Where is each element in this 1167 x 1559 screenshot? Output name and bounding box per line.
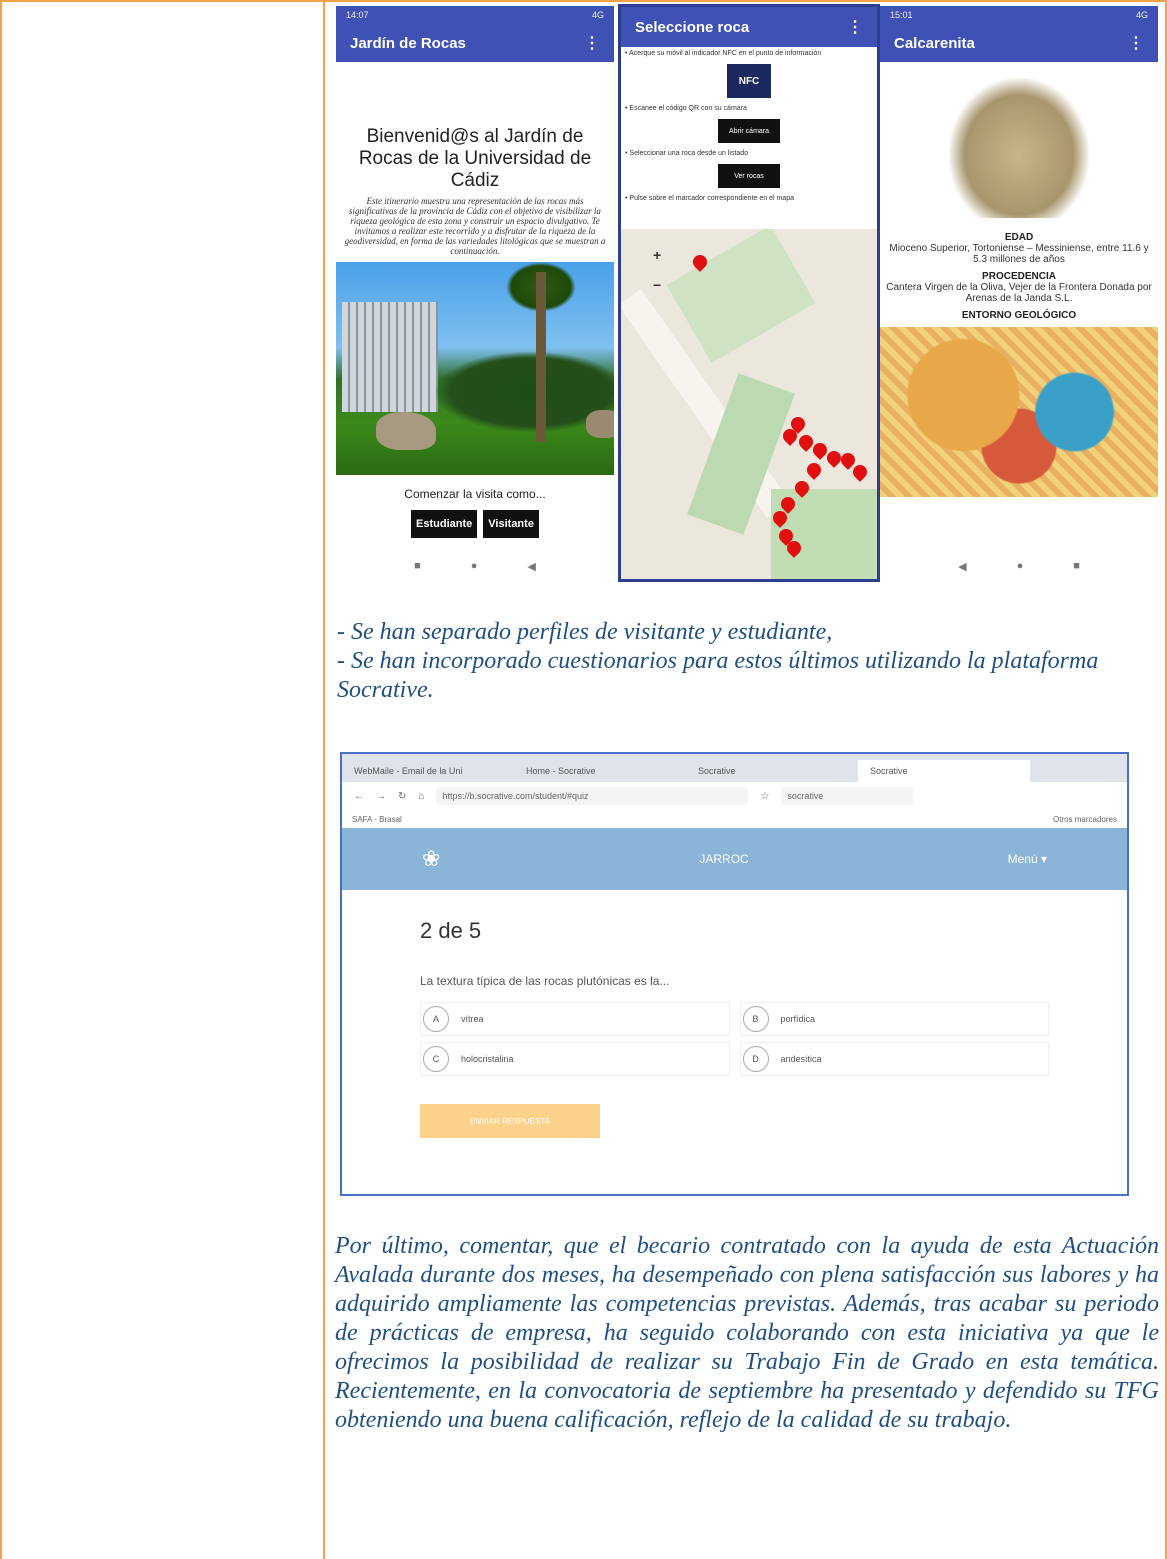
bullet-item: - Se han separado perfiles de visitante … (337, 619, 833, 645)
table-border-left (0, 0, 2, 1559)
home-icon[interactable]: ⌂ (418, 791, 424, 802)
menu-button[interactable]: Menú ▾ (1008, 852, 1047, 866)
step-qr: • Escanee el código QR con su cámara (625, 105, 747, 112)
zoom-in-button[interactable]: + (653, 247, 661, 263)
app-title: Seleccione roca (635, 18, 750, 36)
step-list: • Seleccionar una roca desde un listado (625, 150, 749, 157)
reload-icon[interactable]: ↻ (398, 791, 406, 802)
back-icon[interactable]: ◀ (958, 560, 966, 573)
tab-socrative[interactable]: Socrative (686, 760, 858, 782)
tab-socrative-active[interactable]: Socrative (858, 760, 1030, 782)
question-text: La textura típica de las rocas plutónica… (420, 974, 670, 988)
back-icon[interactable]: ◀ (527, 560, 535, 573)
step-nfc: • Acerque su móvil al indicador NFC en e… (625, 50, 822, 57)
browser-window: WebMaile - Email de la Uni Home - Socrat… (340, 752, 1129, 1196)
open-camera-button[interactable]: Abrir cámara (718, 119, 780, 143)
status-time: 14:07 (346, 10, 369, 20)
option-text: vítrea (461, 1014, 484, 1024)
map-pin[interactable] (850, 462, 870, 482)
app-title: Calcarenita (894, 34, 975, 52)
bookmark-item[interactable]: SAFA - Brasal (352, 815, 402, 824)
star-icon[interactable]: ☆ (760, 791, 769, 802)
overflow-menu-icon[interactable]: ⋮ (847, 17, 863, 37)
option-text: porfídica (780, 1014, 816, 1024)
room-name: JARROC (699, 852, 749, 866)
view-rocks-button[interactable]: Ver rocas (718, 164, 780, 188)
home-icon[interactable]: ● (471, 560, 478, 572)
recents-icon[interactable]: ■ (1073, 560, 1080, 572)
forward-arrow-icon[interactable]: → (376, 791, 386, 802)
answer-option[interactable]: Avítrea (420, 1002, 730, 1036)
url-field[interactable]: https://b.socrative.com/student/#quiz (436, 787, 749, 805)
student-button[interactable]: Estudiante (411, 510, 478, 538)
overflow-menu-icon[interactable]: ⋮ (1128, 33, 1144, 53)
status-bar: 15:01 4G (880, 6, 1158, 24)
age-heading: EDAD (1004, 232, 1034, 243)
welcome-title: Bienvenid@s al Jardín de Rocas de la Uni… (358, 126, 592, 191)
answer-option[interactable]: Bporfídica (739, 1002, 1049, 1036)
android-nav-bar: ◀ ● ■ (880, 546, 1158, 586)
table-border-divider (323, 0, 325, 1559)
rock-photo (949, 78, 1089, 218)
app-bar: Jardín de Rocas ⋮ (336, 24, 614, 62)
tab-webmail[interactable]: WebMaile - Email de la Uni (342, 760, 514, 782)
phone-screen-select-rock: Seleccione roca ⋮ • Acerque su móvil al … (618, 4, 880, 582)
socrative-header: ❀ JARROC Menú ▾ (342, 828, 1127, 890)
back-arrow-icon[interactable]: ← (354, 791, 364, 802)
closing-paragraph: Por último, comentar, que el becario con… (335, 1233, 1159, 1433)
tab-strip: WebMaile - Email de la Uni Home - Socrat… (342, 754, 1127, 782)
intro-text: Este itinerario muestra una representaci… (344, 196, 606, 256)
bullet-list: - Se han separado perfiles de visitante … (337, 618, 1157, 705)
option-letter: D (742, 1046, 769, 1072)
tab-home-socrative[interactable]: Home - Socrative (514, 760, 686, 782)
status-signal: 4G (591, 10, 604, 20)
answer-option[interactable]: Cholocristalina (420, 1042, 730, 1076)
status-bar: 14:07 4G (336, 6, 614, 24)
question-counter: 2 de 5 (420, 918, 482, 943)
map-pin[interactable] (804, 460, 824, 480)
other-bookmarks[interactable]: Otros marcadores (1053, 815, 1117, 824)
step-map: • Pulse sobre el marcador correspondient… (625, 195, 794, 202)
socrative-logo-icon: ❀ (422, 846, 441, 871)
status-time: 15:01 (890, 10, 913, 20)
geo-env-heading: ENTORNO GEOLÓGICO (961, 310, 1077, 321)
origin-text: Cantera Virgen de la Oliva, Vejer de la … (886, 282, 1152, 304)
option-text: holocristalina (461, 1054, 514, 1064)
status-signal: 4G (1135, 10, 1148, 20)
phone-screen-home: 14:07 4G Jardín de Rocas ⋮ Bienvenid@s a… (336, 6, 614, 586)
recents-icon[interactable]: ■ (414, 560, 421, 572)
option-letter: C (423, 1046, 449, 1072)
phone-screen-rock-detail: 15:01 4G Calcarenita ⋮ EDAD Mioceno Supe… (880, 6, 1158, 586)
geological-map (880, 327, 1158, 497)
home-icon[interactable]: ● (1017, 560, 1024, 572)
submit-answer-button[interactable]: ENVIAR RESPUESTA (420, 1104, 600, 1138)
option-letter: B (742, 1006, 769, 1032)
option-text: andesítica (780, 1054, 822, 1064)
table-border-top (0, 0, 1167, 2)
app-title: Jardín de Rocas (350, 34, 466, 52)
start-visit-label: Comenzar la visita como... (404, 487, 546, 501)
address-bar-row: ← → ↻ ⌂ https://b.socrative.com/student/… (342, 782, 1127, 810)
garden-photo (336, 262, 614, 475)
visitor-button[interactable]: Visitante (483, 510, 539, 538)
zoom-out-button[interactable]: − (653, 277, 661, 293)
age-text: Mioceno Superior, Tortoniense – Messinie… (889, 243, 1149, 265)
origin-heading: PROCEDENCIA (982, 271, 1056, 282)
app-bar: Seleccione roca ⋮ (621, 7, 877, 47)
bookmarks-bar: SAFA - Brasal Otros marcadores (342, 810, 1127, 828)
search-field[interactable]: socrative (781, 787, 914, 805)
nfc-icon: NFC (727, 64, 771, 98)
overflow-menu-icon[interactable]: ⋮ (584, 33, 600, 53)
option-letter: A (423, 1006, 449, 1032)
app-bar: Calcarenita ⋮ (880, 24, 1158, 62)
android-nav-bar: ■ ● ◀ (336, 546, 614, 586)
campus-map[interactable]: + − (621, 229, 877, 579)
answer-option[interactable]: Dandesítica (739, 1042, 1049, 1076)
bullet-item: - Se han incorporado cuestionarios para … (337, 648, 1099, 703)
